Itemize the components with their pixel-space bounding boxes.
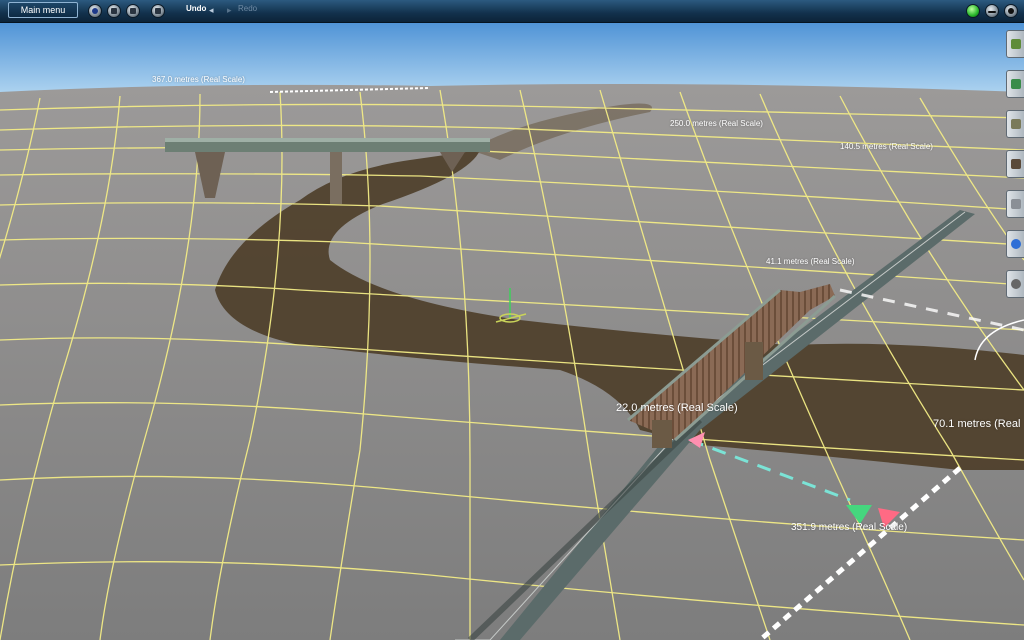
help-icon[interactable]	[1004, 4, 1018, 18]
distance-label: 250.0 metres (Real Scale)	[670, 119, 763, 128]
redo-button[interactable]: Redo	[238, 4, 257, 20]
delete-icon[interactable]	[151, 4, 165, 18]
objects-tool-icon[interactable]	[1006, 110, 1024, 138]
text-tool-icon[interactable]	[126, 4, 140, 18]
redo-arrow-icon: ▸	[227, 5, 232, 15]
undo-arrow-icon: ◂	[209, 5, 214, 15]
add-icon[interactable]	[985, 4, 999, 18]
distance-label: 140.5 metres (Real Scale)	[840, 142, 933, 151]
main-menu-button[interactable]: Main menu	[8, 2, 78, 18]
distance-label: 351.9 metres (Real Scale)	[791, 522, 908, 533]
3d-viewport[interactable]	[0, 0, 1024, 640]
water-tool-icon[interactable]	[1006, 230, 1024, 258]
top-toolbar: Main menu Undo ◂ ▸ Redo	[0, 0, 1024, 23]
camera-icon[interactable]	[88, 4, 102, 18]
tools-wrench-icon[interactable]	[1006, 190, 1024, 218]
undo-button[interactable]: Undo	[186, 4, 206, 20]
settings-tool-icon[interactable]	[1006, 270, 1024, 298]
distance-label: 367.0 metres (Real Scale)	[152, 75, 245, 84]
distance-label: 22.0 metres (Real Scale)	[616, 402, 738, 414]
hide-icon[interactable]	[107, 4, 121, 18]
status-green-icon[interactable]	[966, 4, 980, 18]
distance-label: 70.1 metres (Real	[933, 418, 1021, 430]
distance-label: 41.1 metres (Real Scale)	[766, 257, 855, 266]
terrain-tool-icon[interactable]	[1006, 30, 1024, 58]
track-tool-icon[interactable]	[1006, 70, 1024, 98]
textures-tool-icon[interactable]	[1006, 150, 1024, 178]
